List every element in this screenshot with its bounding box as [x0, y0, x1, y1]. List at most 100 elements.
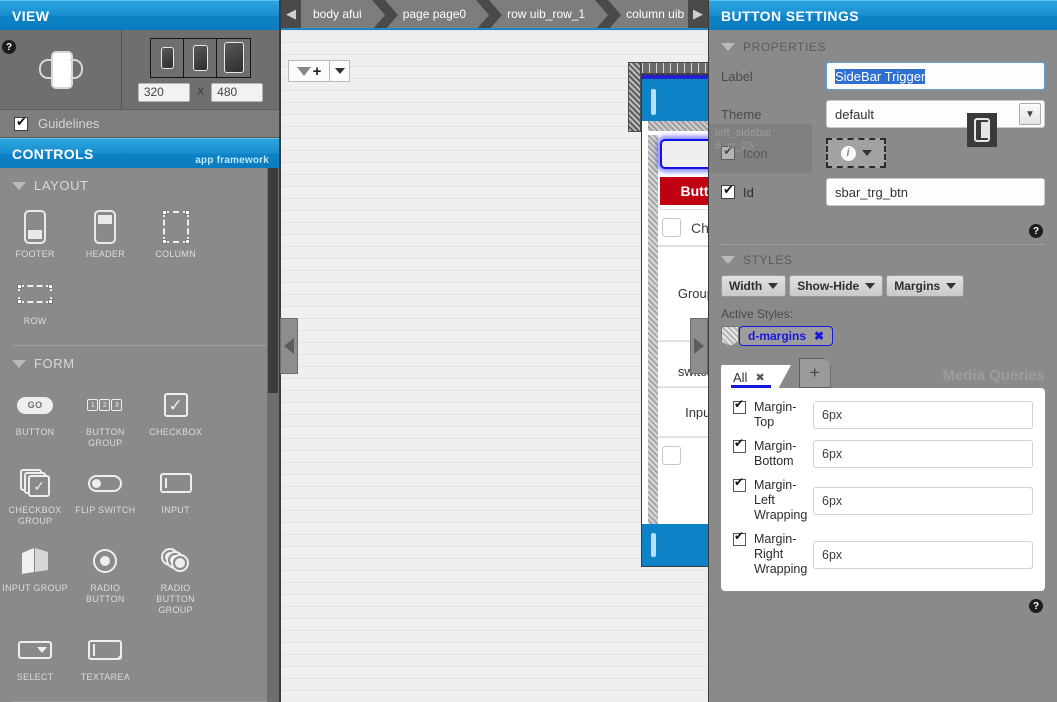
shape-icon	[296, 66, 311, 76]
margin-bottom-input[interactable]	[813, 440, 1033, 468]
active-style-tag-label: d-margins	[748, 329, 807, 343]
active-style-tag[interactable]: d-margins ✖	[739, 326, 834, 346]
control-row[interactable]: ROW	[0, 270, 70, 337]
controls-scrollbar-thumb[interactable]	[268, 168, 278, 393]
theme-select[interactable]: default ▼	[826, 100, 1045, 128]
width-input[interactable]	[137, 82, 190, 102]
id-row: Id	[721, 178, 1045, 206]
tab-all[interactable]: All ✖	[721, 365, 791, 391]
show-hide-style-button[interactable]: Show-Hide	[789, 275, 884, 297]
id-checkbox[interactable]	[721, 183, 735, 199]
checkbox-single[interactable]	[662, 218, 681, 237]
control-label: BUTTON	[15, 427, 55, 437]
canvas-toolbar: +	[288, 60, 350, 82]
controls-panel-subtitle: app framework	[195, 155, 269, 166]
margin-left-row: Margin-Left Wrapping	[733, 476, 1033, 523]
margin-top-checkbox[interactable]	[733, 398, 746, 414]
label-input[interactable]: SideBar Trigger	[826, 62, 1045, 90]
margin-left-input[interactable]	[813, 486, 1033, 515]
add-widget-button[interactable]: +	[288, 60, 330, 82]
control-flip-switch[interactable]: FLIP SWITCH	[70, 459, 140, 537]
control-header[interactable]: HEADER	[70, 203, 140, 270]
control-footer[interactable]: FOOTER	[0, 203, 70, 270]
margin-top-label-wrap[interactable]: Margin-Top	[733, 398, 813, 430]
properties-header[interactable]: PROPERTIES	[721, 38, 1045, 62]
breadcrumb-item-body[interactable]: body afui	[301, 0, 385, 28]
breadcrumb-item-row[interactable]: row uib_row_1	[489, 0, 609, 28]
height-input[interactable]	[211, 82, 264, 102]
right-panel: BUTTON SETTINGS PROPERTIES Label SideBar…	[708, 0, 1057, 702]
control-checkbox[interactable]: ✓ CHECKBOX	[141, 381, 211, 459]
control-radio-button[interactable]: RADIO BUTTON	[70, 537, 140, 626]
breadcrumb-item-column[interactable]: column uib	[608, 0, 688, 28]
control-input[interactable]: INPUT	[141, 459, 211, 537]
phone-small-icon[interactable]	[151, 38, 184, 77]
properties-help-icon[interactable]: ?	[1029, 224, 1043, 238]
tab-close-icon[interactable]: ✖	[755, 371, 764, 384]
section-header-form[interactable]: FORM	[0, 346, 279, 375]
control-column[interactable]: COLUMN	[141, 203, 211, 270]
control-label: INPUT	[161, 505, 190, 515]
canvas-menu-button[interactable]	[330, 60, 350, 82]
settings-panel-header: BUTTON SETTINGS	[709, 0, 1057, 30]
add-media-query-button[interactable]: +	[798, 358, 831, 388]
breadcrumb-prev-button[interactable]: ◀	[281, 0, 301, 28]
device-size-cell: X	[122, 30, 279, 109]
margin-left-label-wrap[interactable]: Margin-Left Wrapping	[733, 476, 813, 523]
margin-right-input[interactable]	[813, 540, 1033, 569]
guidelines-row[interactable]: Guidelines	[0, 110, 279, 138]
remove-style-icon[interactable]: ✖	[814, 329, 824, 343]
margins-style-button[interactable]: Margins	[886, 275, 965, 297]
margin-bottom-checkbox[interactable]	[733, 437, 746, 453]
control-label: CHECKBOX GROUP	[8, 505, 62, 526]
properties-section: PROPERTIES Label SideBar Trigger Theme d…	[709, 30, 1057, 613]
theme-select-value: default	[835, 106, 875, 122]
section-header-layout[interactable]: LAYOUT	[0, 168, 279, 197]
control-select[interactable]: SELECT	[0, 626, 70, 693]
styles-header[interactable]: STYLES	[721, 249, 1045, 271]
column-grip-left[interactable]	[648, 135, 658, 524]
breadcrumb-next-button[interactable]: ▶	[688, 0, 708, 28]
button-group-icon: 123	[85, 387, 125, 423]
controls-scrollbar[interactable]	[267, 168, 279, 702]
checkbox-group-icon: ✓	[15, 465, 55, 501]
margin-bottom-label-wrap[interactable]: Margin-Bottom	[733, 437, 813, 469]
phone-large-icon[interactable]	[217, 38, 250, 77]
control-checkbox-group[interactable]: ✓ CHECKBOX GROUP	[0, 459, 70, 537]
control-radio-button-group[interactable]: RADIO BUTTON GROUP	[141, 537, 211, 626]
guidelines-checkbox[interactable]	[14, 115, 28, 131]
control-input-group[interactable]: INPUT GROUP	[0, 537, 70, 626]
width-style-button[interactable]: Width	[721, 275, 787, 297]
margin-top-row: Margin-Top	[733, 398, 1033, 430]
chevron-down-icon	[768, 283, 779, 289]
margins-panel: Margin-Top Margin-Bottom Margin-Left Wra…	[721, 388, 1045, 591]
resize-grip-left[interactable]	[628, 62, 641, 132]
checkbox-partial[interactable]	[662, 446, 681, 465]
caret-down-icon	[12, 359, 26, 368]
rotate-device-cell[interactable]	[0, 30, 122, 109]
margin-right-label-wrap[interactable]: Margin-Right Wrapping	[733, 530, 813, 577]
phone-medium-icon[interactable]	[184, 38, 217, 77]
control-button-group[interactable]: 123 BUTTON GROUP	[70, 381, 140, 459]
margin-right-row: Margin-Right Wrapping	[733, 530, 1033, 577]
margin-right-checkbox[interactable]	[733, 530, 746, 546]
view-help-icon[interactable]: ?	[2, 40, 16, 54]
control-textarea[interactable]: TEXTAREA	[70, 626, 140, 693]
checkbox-icon: ✓	[156, 387, 196, 423]
collapse-right-handle[interactable]	[690, 318, 708, 374]
id-field-label-wrap[interactable]: Id	[721, 183, 826, 200]
control-label: RADIO BUTTON GROUP	[156, 583, 195, 615]
collapse-left-handle[interactable]	[280, 318, 298, 374]
styles-help-icon[interactable]: ?	[1029, 599, 1043, 613]
left-sidebar-badge[interactable]	[967, 113, 997, 147]
input-group-icon	[15, 543, 55, 579]
margin-top-input[interactable]	[813, 401, 1033, 429]
section-items-layout: FOOTER HEADER COLUMN ROW	[0, 197, 279, 341]
row-icon	[15, 276, 55, 312]
margin-left-checkbox[interactable]	[733, 476, 746, 492]
control-button[interactable]: GO BUTTON	[0, 381, 70, 459]
id-input[interactable]	[826, 178, 1045, 206]
icon-picker[interactable]: i	[826, 138, 886, 168]
breadcrumb-item-page[interactable]: page page0	[384, 0, 490, 28]
device-presets	[150, 37, 251, 78]
